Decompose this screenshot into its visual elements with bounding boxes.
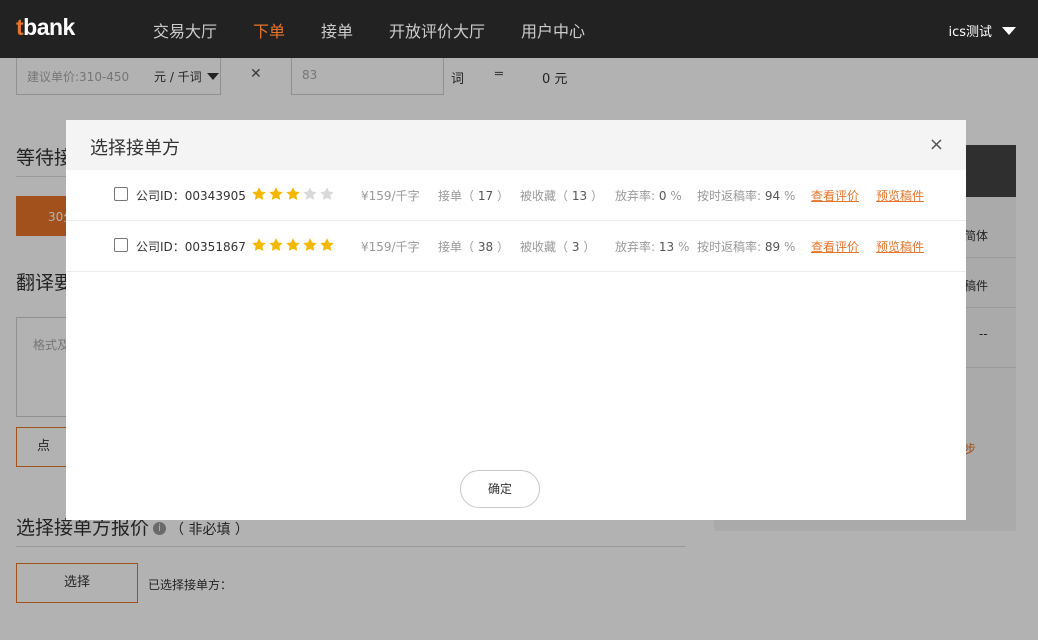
star-empty-icon — [320, 187, 334, 200]
user-name: ics测试 — [948, 25, 992, 40]
ontime-unit: % — [783, 240, 796, 254]
star-filled-icon — [252, 187, 266, 200]
ontime-rate: 按时返稿率: 94 % — [697, 187, 795, 204]
orders-label: 接单（ — [438, 240, 475, 254]
translator-checkbox[interactable] — [114, 187, 128, 201]
close-icon[interactable]: × — [929, 134, 944, 155]
rating-stars — [251, 237, 335, 253]
star-filled-icon — [252, 238, 266, 251]
tbank-logo[interactable]: tbank — [16, 14, 75, 41]
orders-end: ） — [496, 240, 509, 254]
orders-label: 接单（ — [438, 189, 475, 203]
company-id: 公司ID：00343905 — [136, 189, 246, 203]
favorites-value: 13 — [571, 189, 588, 203]
ontime-label: 按时返稿率: — [697, 189, 762, 203]
favorites-value: 3 — [571, 240, 580, 254]
star-filled-icon — [286, 238, 300, 251]
ontime-label: 按时返稿率: — [697, 240, 762, 254]
star-filled-icon — [269, 187, 283, 200]
unit-price: ¥159/千字 — [361, 240, 420, 254]
modal-header: 选择接单方 × — [66, 120, 966, 170]
star-filled-icon — [303, 238, 317, 251]
nav-item-open-review-hall[interactable]: 开放评价大厅 — [389, 18, 485, 42]
favorites-label: 被收藏（ — [520, 189, 569, 203]
orders-count: 接单（ 17 ） — [438, 187, 509, 204]
abandon-unit: % — [677, 240, 690, 254]
translator-row: 公司ID：00351867 ¥159/千字 接单（ 38 ）被收藏（ 3 ）放弃率:… — [66, 221, 966, 272]
abandon-value: 0 — [658, 189, 667, 203]
preview-draft-link[interactable]: 预览稿件 — [876, 238, 924, 255]
nav-item-trading-hall[interactable]: 交易大厅 — [153, 18, 217, 42]
abandon-rate: 放弃率: 13 % — [615, 238, 689, 255]
user-menu[interactable]: ics测试 — [948, 21, 1016, 40]
translator-row: 公司ID：00343905 ¥159/千字 接单（ 17 ）被收藏（ 13 ）放弃率… — [66, 170, 966, 221]
abandon-label: 放弃率: — [615, 189, 656, 203]
favorites-count: 被收藏（ 13 ） — [520, 187, 603, 204]
confirm-button[interactable]: 确定 — [460, 470, 540, 508]
star-filled-icon — [269, 238, 283, 251]
preview-draft-link[interactable]: 预览稿件 — [876, 187, 924, 204]
unit-price: ¥159/千字 — [361, 189, 420, 203]
star-empty-icon — [303, 187, 317, 200]
favorites-count: 被收藏（ 3 ） — [520, 238, 595, 255]
ontime-unit: % — [783, 189, 796, 203]
nav-item-place-order[interactable]: 下单 — [253, 18, 285, 42]
abandon-unit: % — [670, 189, 682, 203]
orders-value: 38 — [477, 240, 494, 254]
company-id: 公司ID：00351867 — [136, 240, 246, 254]
view-reviews-link[interactable]: 查看评价 — [811, 187, 859, 204]
abandon-rate: 放弃率: 0 % — [615, 187, 682, 204]
ontime-rate: 按时返稿率: 89 % — [697, 238, 795, 255]
top-navbar: tbank 交易大厅 下单 接单 开放评价大厅 用户中心 ics测试 — [0, 0, 1038, 58]
orders-end: ） — [496, 189, 509, 203]
select-translator-modal: 选择接单方 × 公司ID：00343905 ¥159/千字 接单（ 17 ）被收藏（… — [66, 120, 966, 520]
logo-word: bank — [23, 14, 75, 40]
ontime-value: 89 — [764, 240, 781, 254]
translator-checkbox[interactable] — [114, 238, 128, 252]
star-filled-icon — [286, 187, 300, 200]
rating-stars — [251, 186, 335, 202]
nav-item-accept-order[interactable]: 接单 — [321, 18, 353, 42]
nav-item-user-center[interactable]: 用户中心 — [521, 18, 585, 42]
favorites-label: 被收藏（ — [520, 240, 569, 254]
favorites-end: ） — [583, 240, 596, 254]
orders-count: 接单（ 38 ） — [438, 238, 509, 255]
modal-title: 选择接单方 — [90, 138, 180, 159]
favorites-end: ） — [590, 189, 603, 203]
abandon-label: 放弃率: — [615, 240, 656, 254]
abandon-value: 13 — [658, 240, 675, 254]
chevron-down-icon — [1002, 26, 1016, 35]
star-filled-icon — [320, 238, 334, 251]
ontime-value: 94 — [764, 189, 781, 203]
orders-value: 17 — [477, 189, 494, 203]
view-reviews-link[interactable]: 查看评价 — [811, 238, 859, 255]
